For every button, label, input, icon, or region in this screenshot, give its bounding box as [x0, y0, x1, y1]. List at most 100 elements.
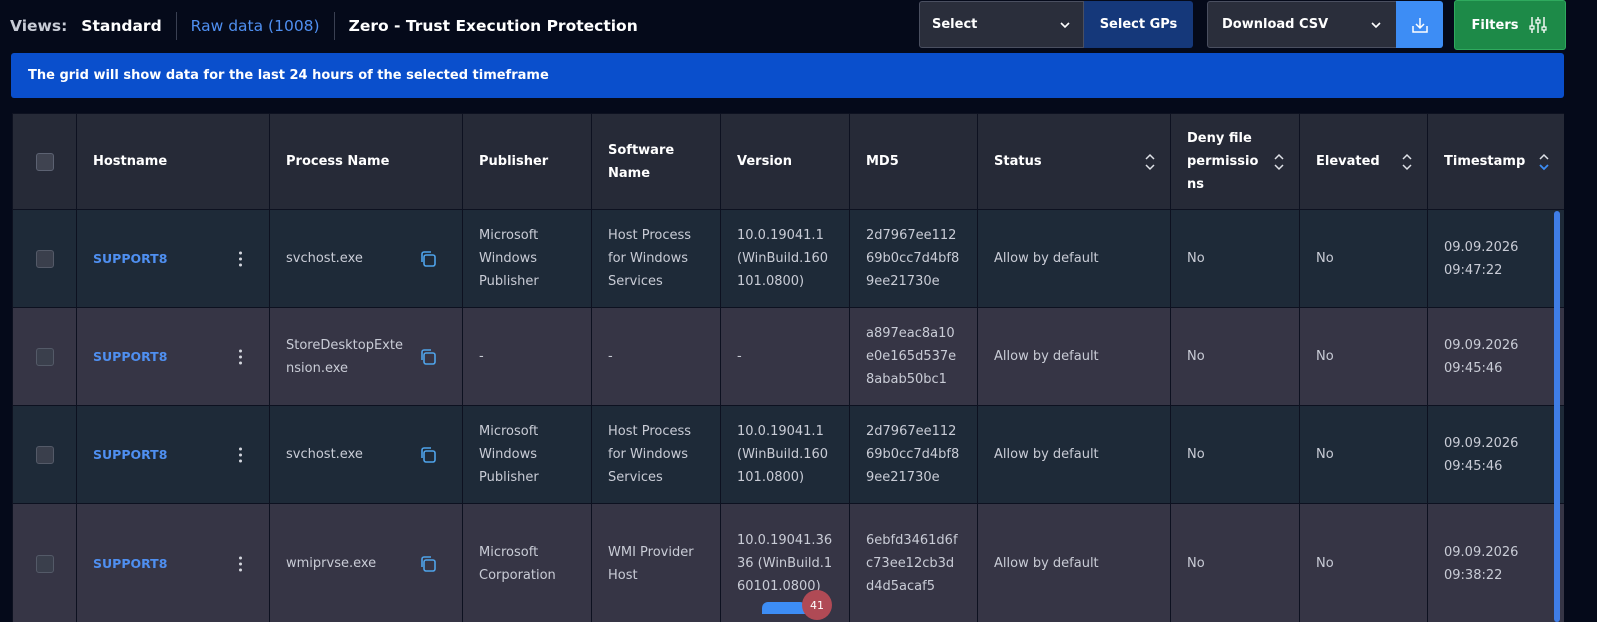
hostname-link[interactable]: SUPPORT8	[93, 556, 167, 571]
filters-button[interactable]: Filters	[1454, 0, 1566, 50]
elevated-cell: No	[1299, 503, 1428, 622]
chevron-down-icon	[1371, 21, 1381, 28]
sliders-icon	[1529, 17, 1548, 33]
data-grid: Hostname Process Name Publisher Software…	[12, 113, 1564, 622]
chevron-down-icon	[1060, 21, 1070, 28]
more-options-icon[interactable]	[239, 444, 243, 465]
version-cell: 10.0.19041.1 (WinBuild.160101.0800)	[720, 209, 850, 308]
timestamp-cell: 09.09.2026 09:47:22	[1427, 209, 1564, 308]
copy-icon[interactable]	[418, 554, 438, 574]
hostname-cell: SUPPORT8	[76, 405, 270, 504]
process-name: wmiprvse.exe	[286, 556, 377, 571]
view-zero-trust[interactable]: Zero - Trust Execution Protection	[335, 17, 652, 35]
gp-select-dropdown[interactable]: Select	[919, 1, 1084, 48]
column-header-version[interactable]: Version	[720, 113, 850, 210]
views-switcher: Views: Standard Raw data (1008) Zero - T…	[10, 12, 652, 40]
row-checkbox[interactable]	[35, 347, 54, 366]
sort-icon[interactable]	[1144, 152, 1156, 172]
timestamp-time: 09:45:46	[1444, 360, 1503, 376]
sort-icon[interactable]	[1401, 152, 1413, 172]
row-checkbox[interactable]	[35, 554, 54, 573]
timestamp-date: 09.09.2026	[1444, 544, 1519, 560]
copy-icon[interactable]	[418, 445, 438, 465]
row-select-cell	[12, 209, 77, 308]
md5-cell: 6ebfd3461d6fc73ee12cb3dd4d5acaf5	[849, 503, 978, 622]
column-header-deny-file-permissions[interactable]: Deny file permissions	[1170, 113, 1300, 210]
column-header-elevated[interactable]: Elevated	[1299, 113, 1428, 210]
hostname-cell: SUPPORT8	[76, 307, 270, 406]
column-header-status-label: Status	[994, 154, 1042, 169]
select-all-checkbox[interactable]	[35, 152, 54, 171]
view-raw-data[interactable]: Raw data (1008)	[177, 17, 334, 35]
more-options-icon[interactable]	[239, 346, 243, 367]
timestamp-date: 09.09.2026	[1444, 337, 1519, 353]
elevated-cell: No	[1299, 405, 1428, 504]
view-standard[interactable]: Standard	[81, 17, 175, 35]
elevated-cell: No	[1299, 209, 1428, 308]
deny-file-permissions-cell: No	[1170, 307, 1300, 406]
table-row[interactable]: SUPPORT8 StoreDesktopExtension.exe - - - a897…	[12, 307, 1564, 406]
download-csv-label: Download CSV	[1222, 17, 1329, 32]
timestamp-cell: 09.09.2026 09:38:22	[1427, 503, 1564, 622]
hostname-link[interactable]: SUPPORT8	[93, 251, 167, 266]
sort-descending-icon[interactable]	[1538, 152, 1550, 172]
publisher-cell: Microsoft Windows Publisher	[462, 209, 592, 308]
row-select-cell	[12, 307, 77, 406]
timestamp-cell: 09.09.2026 09:45:46	[1427, 405, 1564, 504]
top-bar: Views: Standard Raw data (1008) Zero - T…	[0, 0, 1597, 52]
software-name-cell: -	[591, 307, 721, 406]
column-header-elevated-label: Elevated	[1316, 154, 1380, 169]
download-csv-dropdown[interactable]: Download CSV	[1207, 1, 1397, 48]
column-header-hostname[interactable]: Hostname	[76, 113, 270, 210]
row-select-cell	[12, 405, 77, 504]
process-name-cell: svchost.exe	[269, 405, 463, 504]
scroll-pill[interactable]	[762, 602, 806, 614]
header-select-all	[12, 113, 77, 210]
info-banner-text: The grid will show data for the last 24 …	[28, 68, 549, 83]
copy-icon[interactable]	[418, 249, 438, 269]
filters-label: Filters	[1471, 17, 1519, 33]
column-header-process-name[interactable]: Process Name	[269, 113, 463, 210]
md5-cell: 2d7967ee11269b0cc7d4bf89ee21730e	[849, 405, 978, 504]
publisher-cell: Microsoft Corporation	[462, 503, 592, 622]
hostname-cell: SUPPORT8	[76, 503, 270, 622]
hostname-link[interactable]: SUPPORT8	[93, 349, 167, 364]
publisher-cell: Microsoft Windows Publisher	[462, 405, 592, 504]
select-gps-button[interactable]: Select GPs	[1084, 1, 1193, 48]
notification-badge[interactable]: 41	[802, 590, 832, 620]
column-header-md5[interactable]: MD5	[849, 113, 978, 210]
column-header-publisher[interactable]: Publisher	[462, 113, 592, 210]
process-name: StoreDesktopExtension.exe	[286, 337, 403, 376]
column-header-software-name[interactable]: Software Name	[591, 113, 721, 210]
table-row[interactable]: SUPPORT8 svchost.exe Microsoft Windows Pub…	[12, 405, 1564, 504]
timestamp-date: 09.09.2026	[1444, 435, 1519, 451]
copy-icon[interactable]	[418, 347, 438, 367]
process-table: Hostname Process Name Publisher Software…	[12, 113, 1564, 622]
download-button[interactable]	[1396, 1, 1443, 48]
badge-count: 41	[810, 598, 824, 612]
row-checkbox[interactable]	[35, 249, 54, 268]
column-header-status[interactable]: Status	[977, 113, 1171, 210]
version-cell: -	[720, 307, 850, 406]
timestamp-time: 09:38:22	[1444, 567, 1503, 583]
status-cell: Allow by default	[977, 209, 1171, 308]
software-name-cell: Host Process for Windows Services	[591, 209, 721, 308]
timestamp-time: 09:45:46	[1444, 458, 1503, 474]
software-name-cell: WMI Provider Host	[591, 503, 721, 622]
publisher-cell: -	[462, 307, 592, 406]
software-name-cell: Host Process for Windows Services	[591, 405, 721, 504]
more-options-icon[interactable]	[239, 553, 243, 574]
deny-file-permissions-cell: No	[1170, 405, 1300, 504]
hostname-link[interactable]: SUPPORT8	[93, 447, 167, 462]
row-checkbox[interactable]	[35, 445, 54, 464]
vertical-scrollbar[interactable]	[1554, 211, 1560, 622]
process-name: svchost.exe	[286, 447, 363, 462]
process-name-cell: svchost.exe	[269, 209, 463, 308]
status-cell: Allow by default	[977, 503, 1171, 622]
timestamp-time: 09:47:22	[1444, 262, 1503, 278]
process-name-cell: StoreDesktopExtension.exe	[269, 307, 463, 406]
table-row[interactable]: SUPPORT8 svchost.exe Microsoft Windows Pub…	[12, 209, 1564, 308]
more-options-icon[interactable]	[239, 248, 243, 269]
sort-icon[interactable]	[1273, 152, 1285, 172]
column-header-timestamp[interactable]: Timestamp	[1427, 113, 1564, 210]
